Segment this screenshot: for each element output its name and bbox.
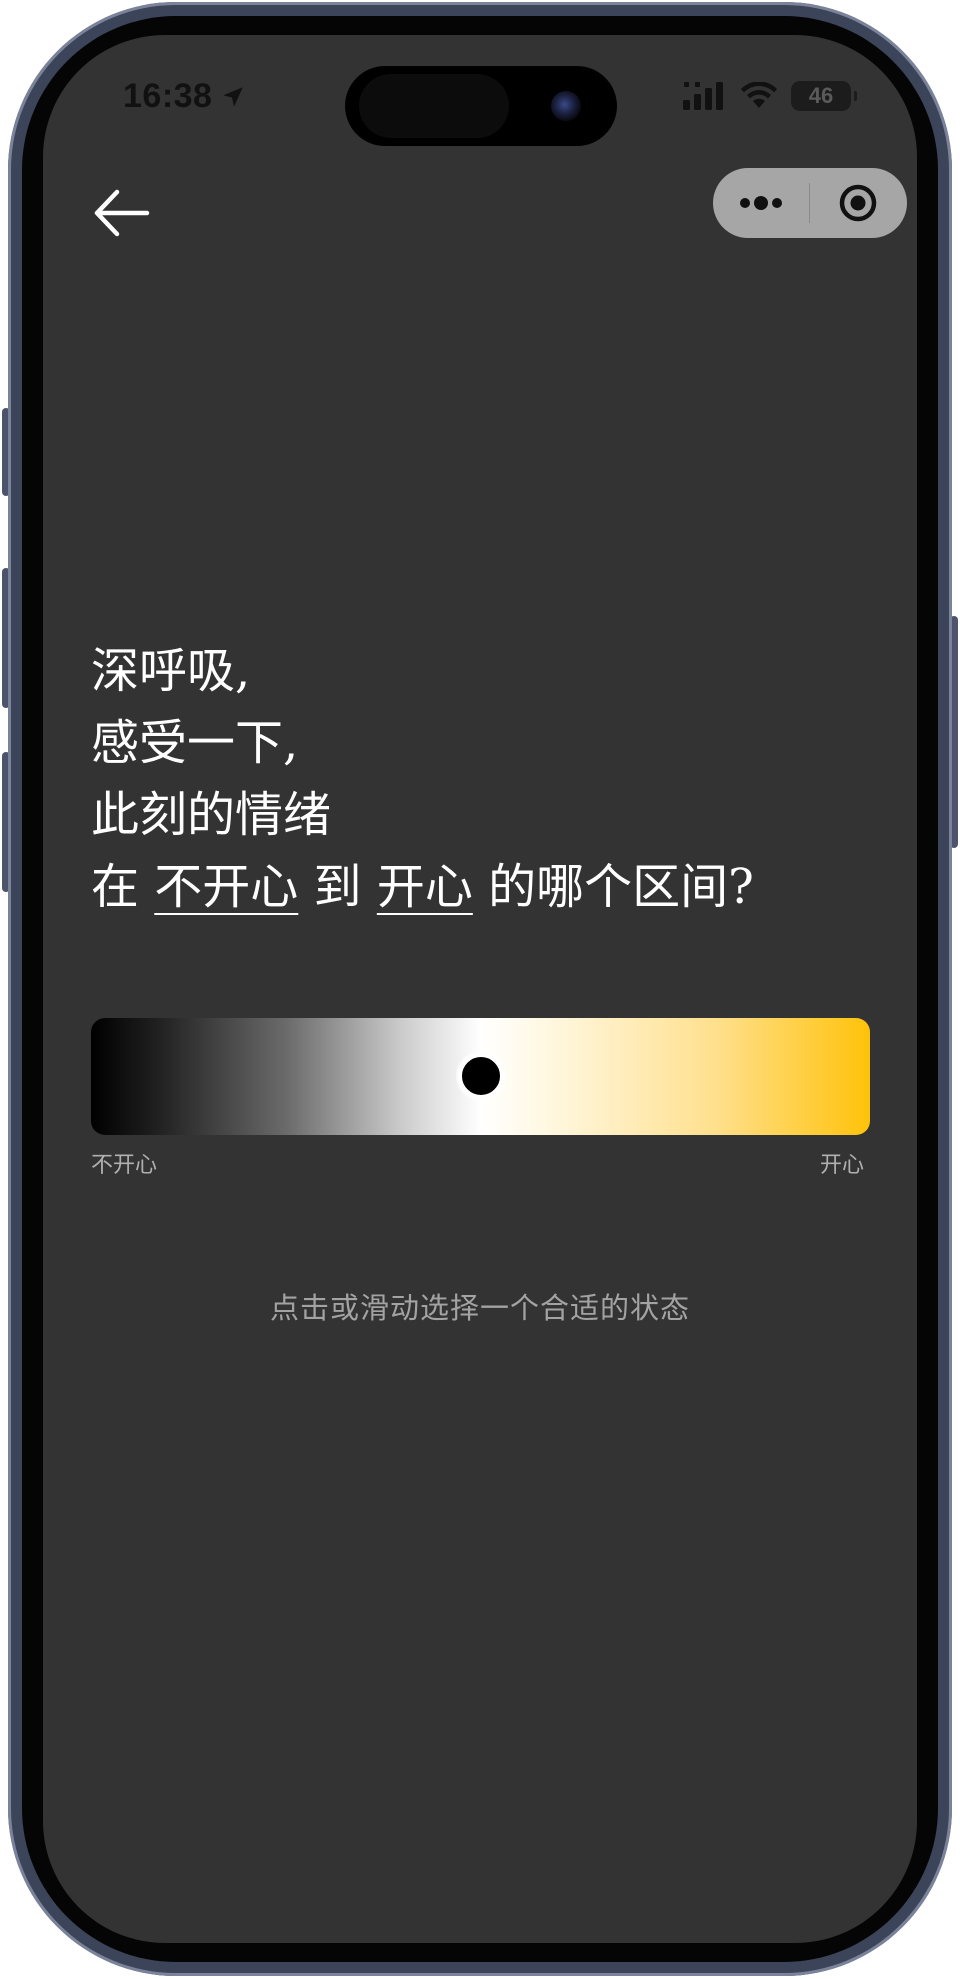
question-mid: 到 [298, 859, 377, 915]
mood-slider-thumb[interactable] [457, 1053, 504, 1099]
status-time-text: 16:38 [123, 77, 213, 115]
battery-level: 46 [808, 83, 834, 108]
wifi-icon [741, 82, 777, 108]
question-line-4: 在 不开心 到 开心 的哪个区间? [91, 851, 754, 923]
question-line-1: 深呼吸, [91, 643, 251, 699]
status-indicators: 46 [683, 81, 857, 111]
mood-slider-track[interactable] [91, 1018, 870, 1135]
question-suffix: 的哪个区间? [472, 859, 754, 915]
app-screen: 16:38 46 深呼吸, 感受一下, 此刻的情绪 在 不开心 到 开心 的哪个… [43, 35, 917, 1943]
hint-text: 点击或滑动选择一个合适的状态 [269, 1291, 690, 1325]
question-line-2: 感受一下, [91, 715, 299, 771]
slider-max-label: 开心 [820, 1153, 865, 1178]
dynamic-island [345, 66, 617, 146]
location-arrow-icon [223, 86, 244, 107]
more-dots-icon [740, 196, 782, 210]
question-prefix: 在 [91, 859, 155, 915]
question-line-3: 此刻的情绪 [91, 787, 332, 843]
target-circle-icon [839, 184, 877, 222]
mood-question: 深呼吸, 感受一下, 此刻的情绪 在 不开心 到 开心 的哪个区间? [91, 635, 754, 923]
status-time: 16:38 [123, 77, 246, 116]
happy-term: 开心 [376, 859, 473, 915]
close-button[interactable] [810, 168, 906, 238]
cellular-signal-icon [683, 82, 723, 110]
slider-min-label: 不开心 [91, 1153, 158, 1178]
unhappy-term: 不开心 [154, 859, 299, 915]
battery-indicator: 46 [791, 81, 857, 111]
arrow-left-icon [94, 189, 150, 237]
mini-program-capsule [713, 168, 907, 238]
more-button[interactable] [713, 168, 809, 238]
front-camera-icon [551, 91, 581, 121]
back-button[interactable] [89, 181, 153, 245]
